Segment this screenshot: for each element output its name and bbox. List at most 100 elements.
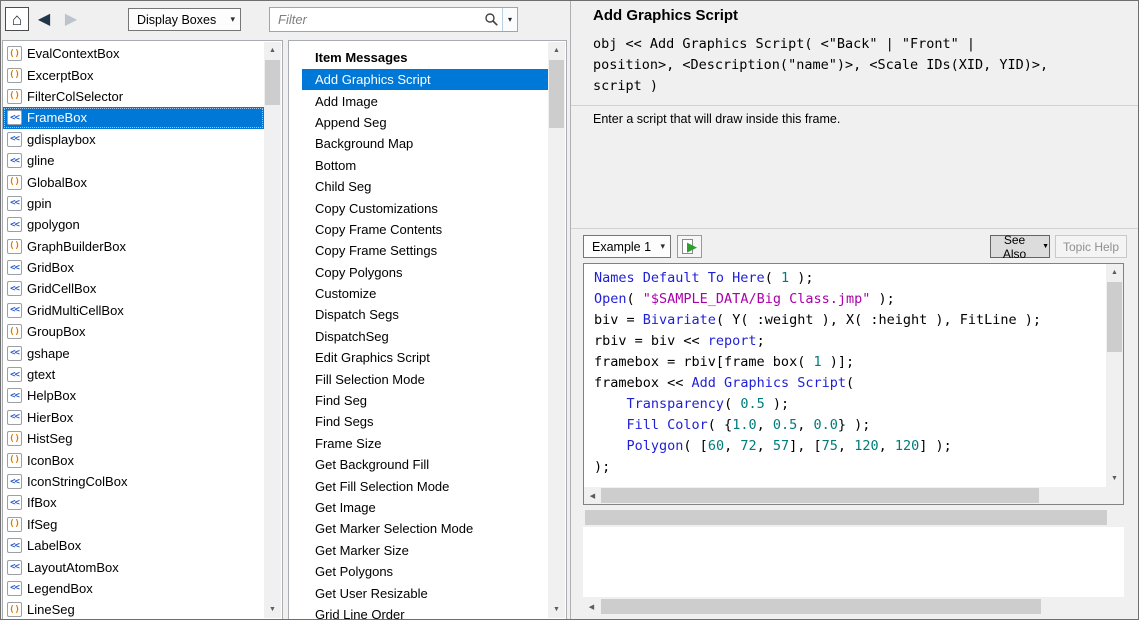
display-box-item[interactable]: ()ExcerptBox bbox=[3, 64, 264, 85]
message-item[interactable]: Add Image bbox=[302, 90, 548, 111]
display-box-item[interactable]: <<LegendBox bbox=[3, 578, 264, 599]
display-box-item[interactable]: ()GraphBuilderBox bbox=[3, 236, 264, 257]
display-box-item[interactable]: ()HistSeg bbox=[3, 428, 264, 449]
scroll-up-icon[interactable]: ▲ bbox=[1106, 264, 1123, 281]
scroll-up-icon[interactable]: ▲ bbox=[264, 42, 281, 59]
display-box-item[interactable]: ()LineSeg bbox=[3, 599, 264, 619]
message-item[interactable]: Copy Frame Settings bbox=[302, 240, 548, 261]
display-box-item[interactable]: ()GlobalBox bbox=[3, 171, 264, 192]
example-dropdown[interactable]: Example 1 ▾ bbox=[583, 235, 671, 258]
display-box-item[interactable]: ()EvalContextBox bbox=[3, 43, 264, 64]
message-item[interactable]: Get Marker Size bbox=[302, 540, 548, 561]
filter-dropdown-button[interactable]: ▾ bbox=[502, 8, 517, 31]
message-item[interactable]: Find Seg bbox=[302, 390, 548, 411]
message-item[interactable]: Edit Graphics Script bbox=[302, 347, 548, 368]
display-box-item[interactable]: <<IconStringColBox bbox=[3, 471, 264, 492]
message-item[interactable]: DispatchSeg bbox=[302, 326, 548, 347]
object-icon: << bbox=[7, 110, 22, 125]
scripting-index-window: ⌂ ◀ ▶ Display Boxes ▾ ▾ ()EvalCont bbox=[0, 0, 1139, 620]
display-box-scrollbar[interactable]: ▲ ▼ bbox=[264, 42, 281, 618]
scrollbar-thumb[interactable] bbox=[601, 488, 1039, 503]
display-box-item[interactable]: <<FrameBox bbox=[3, 107, 264, 128]
message-item[interactable]: Fill Selection Mode bbox=[302, 368, 548, 389]
scrollbar-thumb[interactable] bbox=[549, 60, 564, 128]
scroll-down-icon[interactable]: ▼ bbox=[1106, 470, 1123, 487]
output-scrollbar-top[interactable] bbox=[583, 509, 1124, 526]
display-box-item[interactable]: <<LabelBox bbox=[3, 535, 264, 556]
message-item[interactable]: Get Background Fill bbox=[302, 454, 548, 475]
display-box-item[interactable]: ()IconBox bbox=[3, 449, 264, 470]
display-box-item[interactable]: <<HelpBox bbox=[3, 385, 264, 406]
display-box-panel: ()EvalContextBox()ExcerptBox()FilterColS… bbox=[2, 40, 283, 620]
display-box-item[interactable]: <<GridCellBox bbox=[3, 278, 264, 299]
display-box-item[interactable]: <<GridMultiCellBox bbox=[3, 300, 264, 321]
display-box-item[interactable]: <<gline bbox=[3, 150, 264, 171]
display-box-item[interactable]: ()GroupBox bbox=[3, 321, 264, 342]
home-button[interactable]: ⌂ bbox=[5, 7, 29, 31]
item-messages-header: Item Messages bbox=[289, 43, 548, 69]
display-box-item[interactable]: <<gshape bbox=[3, 342, 264, 363]
display-box-item[interactable]: <<IfBox bbox=[3, 492, 264, 513]
scrollbar-thumb[interactable] bbox=[1107, 282, 1122, 352]
display-box-item[interactable]: <<GridBox bbox=[3, 257, 264, 278]
run-example-button[interactable]: ▶ bbox=[677, 235, 702, 258]
display-box-label: FilterColSelector bbox=[27, 89, 123, 104]
display-box-item[interactable]: <<HierBox bbox=[3, 407, 264, 428]
display-box-item[interactable]: <<gtext bbox=[3, 364, 264, 385]
code-line: Transparency( 0.5 ); bbox=[594, 394, 1106, 415]
item-messages-panel: Item Messages Add Graphics ScriptAdd Ima… bbox=[288, 40, 567, 620]
message-item[interactable]: Customize bbox=[302, 283, 548, 304]
message-item[interactable]: Append Seg bbox=[302, 112, 548, 133]
display-box-item[interactable]: ()IfSeg bbox=[3, 514, 264, 535]
filter-input[interactable] bbox=[270, 8, 480, 31]
scrollbar-thumb[interactable] bbox=[601, 599, 1041, 614]
message-item[interactable]: Get Marker Selection Mode bbox=[302, 518, 548, 539]
display-box-label: IconBox bbox=[27, 453, 74, 468]
chevron-down-icon: ▾ bbox=[508, 15, 512, 24]
scrollbar-thumb[interactable] bbox=[265, 60, 280, 105]
message-item[interactable]: Get User Resizable bbox=[302, 582, 548, 603]
message-item[interactable]: Copy Frame Contents bbox=[302, 219, 548, 240]
scroll-up-icon[interactable]: ▲ bbox=[548, 42, 565, 59]
scroll-left-icon[interactable]: ◀ bbox=[583, 598, 600, 615]
scroll-down-icon[interactable]: ▼ bbox=[264, 601, 281, 618]
message-item[interactable]: Get Polygons bbox=[302, 561, 548, 582]
display-box-item[interactable]: <<gpolygon bbox=[3, 214, 264, 235]
function-icon: () bbox=[7, 324, 22, 339]
scroll-left-icon[interactable]: ◀ bbox=[584, 487, 601, 504]
item-messages-scrollbar[interactable]: ▲ ▼ bbox=[548, 42, 565, 618]
message-item[interactable]: Find Segs bbox=[302, 411, 548, 432]
example-code[interactable]: Names Default To Here( 1 );Open( "$SAMPL… bbox=[584, 264, 1106, 487]
description-text: Enter a script that will draw inside thi… bbox=[593, 112, 840, 126]
topic-help-label: Topic Help bbox=[1063, 240, 1119, 254]
display-box-item[interactable]: <<LayoutAtomBox bbox=[3, 556, 264, 577]
code-vertical-scrollbar[interactable]: ▲ ▼ bbox=[1106, 264, 1123, 487]
topic-help-button[interactable]: Topic Help bbox=[1055, 235, 1127, 258]
home-icon: ⌂ bbox=[12, 11, 22, 28]
output-scrollbar-bottom[interactable]: ◀ ▶ bbox=[583, 598, 1124, 615]
message-item[interactable]: Bottom bbox=[302, 155, 548, 176]
message-item[interactable]: Copy Customizations bbox=[302, 197, 548, 218]
message-item[interactable]: Get Fill Selection Mode bbox=[302, 475, 548, 496]
message-item[interactable]: Add Graphics Script bbox=[302, 69, 548, 90]
display-box-label: gpin bbox=[27, 196, 52, 211]
message-item[interactable]: Child Seg bbox=[302, 176, 548, 197]
see-also-button[interactable]: See Also ▼ bbox=[990, 235, 1050, 258]
display-box-label: HistSeg bbox=[27, 431, 73, 446]
display-box-item[interactable]: ()FilterColSelector bbox=[3, 86, 264, 107]
message-item[interactable]: Get Image bbox=[302, 497, 548, 518]
scroll-down-icon[interactable]: ▼ bbox=[548, 601, 565, 618]
display-box-item[interactable]: <<gpin bbox=[3, 193, 264, 214]
forward-button[interactable]: ▶ bbox=[59, 7, 83, 31]
message-item[interactable]: Dispatch Segs bbox=[302, 304, 548, 325]
display-box-item[interactable]: <<gdisplaybox bbox=[3, 129, 264, 150]
message-item[interactable]: Copy Polygons bbox=[302, 262, 548, 283]
category-dropdown[interactable]: Display Boxes ▾ bbox=[128, 8, 241, 31]
message-item[interactable]: Grid Line Order bbox=[302, 604, 548, 619]
message-item[interactable]: Frame Size bbox=[302, 433, 548, 454]
object-icon: << bbox=[7, 495, 22, 510]
message-item[interactable]: Background Map bbox=[302, 133, 548, 154]
code-horizontal-scrollbar[interactable]: ◀ ▶ bbox=[584, 487, 1106, 504]
back-button[interactable]: ◀ bbox=[32, 7, 56, 31]
scrollbar-thumb[interactable] bbox=[585, 510, 1107, 525]
